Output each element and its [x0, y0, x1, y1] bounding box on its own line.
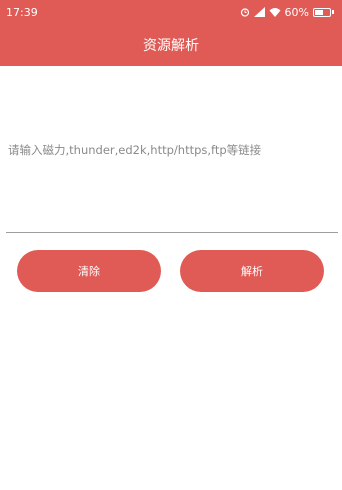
wifi-icon: [269, 7, 281, 17]
status-icons: 60%: [240, 6, 334, 19]
parse-button[interactable]: 解析: [180, 250, 324, 292]
signal-icon: [253, 7, 265, 17]
battery-level-fill: [315, 9, 324, 15]
status-bar: 17:39 60%: [0, 0, 342, 24]
title-bar: 资源解析: [0, 24, 342, 66]
page-title: 资源解析: [143, 38, 199, 54]
battery-icon: [313, 7, 334, 17]
clear-button[interactable]: 清除: [17, 250, 161, 292]
status-time: 17:39: [6, 5, 38, 19]
link-input[interactable]: [6, 143, 336, 157]
input-underline: [6, 232, 338, 233]
alarm-icon: [240, 7, 250, 17]
battery-percent: 60%: [284, 5, 309, 19]
parse-button-label: 解析: [241, 265, 263, 278]
link-input-area: [6, 66, 336, 234]
clear-button-label: 清除: [78, 265, 100, 278]
screen: 17:39 60% 资源解析 请输入磁力,thunder,ed2k,http/h…: [0, 0, 342, 490]
